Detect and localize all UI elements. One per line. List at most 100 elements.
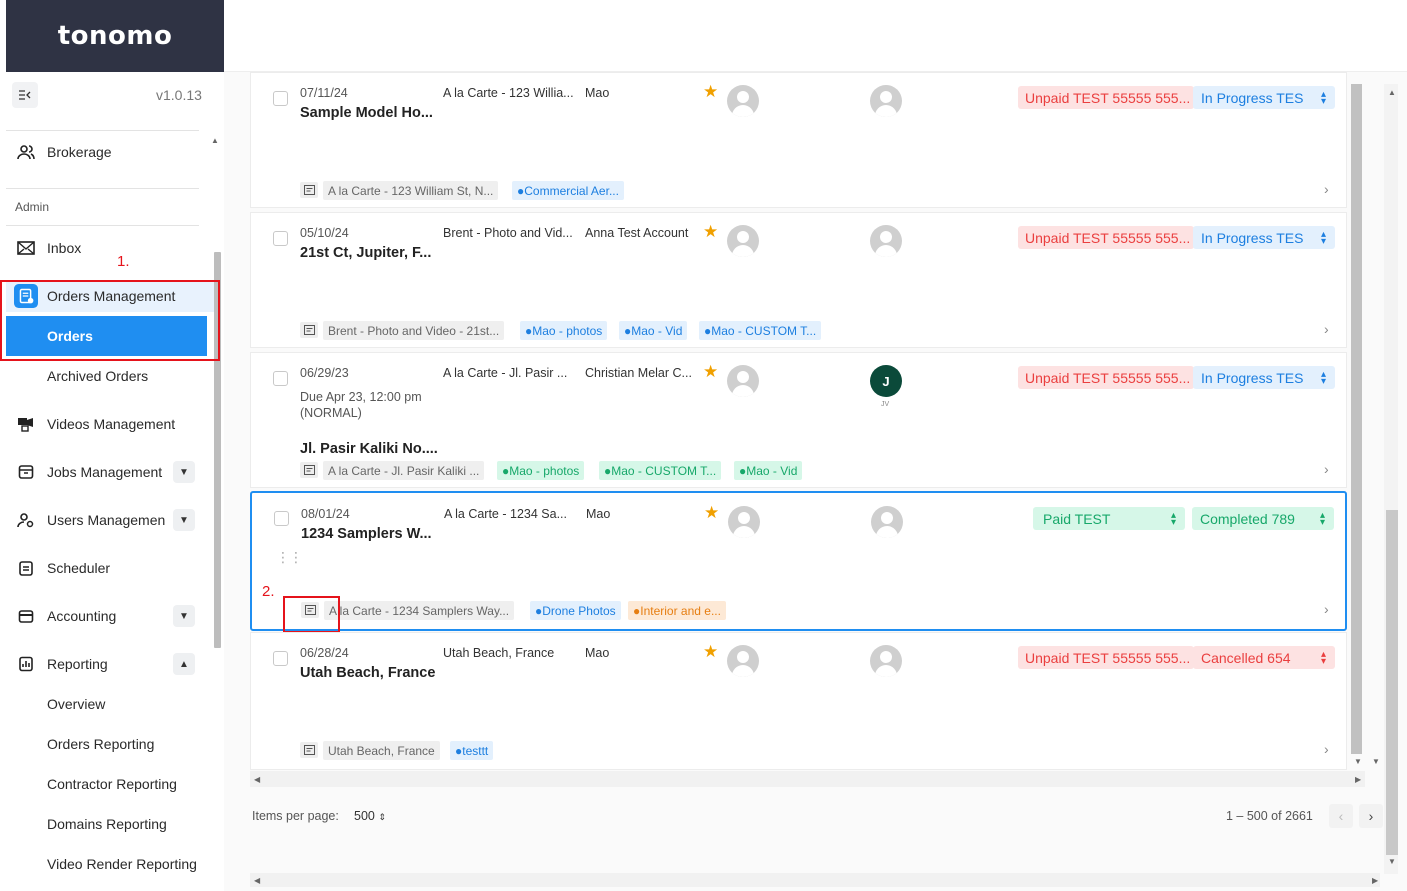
chevron-right-icon[interactable]: ›: [1324, 181, 1329, 197]
order-card[interactable]: 05/10/24 21st Ct, Jupiter, F... Brent - …: [250, 212, 1347, 348]
page-horizontal-scrollbar[interactable]: [250, 873, 1380, 887]
top-bar: [224, 0, 1407, 72]
divider: [6, 225, 199, 226]
note-icon[interactable]: [300, 462, 318, 478]
order-card-selected[interactable]: 08/01/24 1234 Samplers W... A la Carte -…: [250, 491, 1347, 631]
avatar-placeholder[interactable]: [870, 645, 902, 677]
sidebar-item-label: Accounting: [47, 608, 117, 624]
avatar-placeholder[interactable]: [870, 225, 902, 257]
row-checkbox[interactable]: [273, 371, 288, 386]
sidebar-item-reporting[interactable]: Reporting ▲: [6, 644, 206, 684]
annotation-box-1: [0, 280, 220, 361]
wallet-icon: [14, 608, 38, 624]
order-status-select[interactable]: Completed 789 ▴ ▾: [1192, 507, 1334, 530]
note-icon[interactable]: [300, 742, 318, 758]
mail-icon: [14, 241, 38, 255]
scroll-up-arrow-icon[interactable]: ▲: [1388, 88, 1396, 97]
order-client: Anna Test Account: [585, 226, 689, 240]
sidebar-item-label: Inbox: [47, 240, 82, 256]
list-horizontal-scrollbar[interactable]: [250, 771, 1365, 787]
page-range-label: 1 – 500 of 2661: [1226, 809, 1313, 823]
sidebar-item-orders-reporting[interactable]: Orders Reporting: [47, 736, 154, 752]
scroll-up-arrow-icon[interactable]: ▲: [211, 136, 219, 145]
star-icon[interactable]: ★: [703, 642, 718, 662]
sidebar-item-contractor-reporting[interactable]: Contractor Reporting: [47, 776, 177, 792]
row-checkbox[interactable]: [273, 651, 288, 666]
chevron-down-icon[interactable]: ▼: [173, 461, 195, 483]
scroll-right-arrow-icon[interactable]: ▶: [1372, 876, 1378, 885]
sidebar-item-domains-reporting[interactable]: Domains Reporting: [47, 816, 167, 832]
sidebar-item-videos-management[interactable]: Videos Management: [6, 404, 206, 444]
row-checkbox[interactable]: [273, 231, 288, 246]
sidebar-item-scheduler[interactable]: Scheduler: [6, 548, 206, 588]
row-checkbox[interactable]: [274, 511, 289, 526]
scroll-down-arrow-icon[interactable]: ▼: [1372, 757, 1380, 766]
payment-status[interactable]: Unpaid TEST 55555 555...: [1018, 366, 1194, 389]
star-icon[interactable]: ★: [703, 82, 718, 102]
collapse-sidebar-button[interactable]: [12, 82, 38, 108]
avatar-placeholder[interactable]: [871, 506, 903, 538]
order-status-select[interactable]: In Progress TES ▴ ▾: [1193, 86, 1335, 109]
sidebar-item-inbox[interactable]: Inbox: [6, 228, 206, 268]
avatar-placeholder[interactable]: [727, 645, 759, 677]
scroll-down-arrow-icon[interactable]: ▼: [1354, 757, 1362, 766]
star-icon[interactable]: ★: [703, 362, 718, 382]
order-status-select[interactable]: Cancelled 654 ▴ ▾: [1193, 646, 1335, 669]
chevron-right-icon[interactable]: ›: [1324, 741, 1329, 757]
sidebar-item-label: Jobs Management: [47, 464, 163, 480]
items-per-page-select[interactable]: 500 ⇕: [354, 809, 386, 823]
order-card[interactable]: 07/11/24 Sample Model Ho... A la Carte -…: [250, 72, 1347, 208]
assignee-avatar[interactable]: J: [870, 365, 902, 397]
order-status-select[interactable]: In Progress TES ▴ ▾: [1193, 366, 1335, 389]
paginator: Items per page: 500 ⇕ 1 – 500 of 2661 ‹ …: [250, 797, 1390, 837]
sidebar-item-jobs-management[interactable]: Jobs Management ▼: [6, 452, 206, 492]
order-card[interactable]: 06/28/24 Utah Beach, France Utah Beach, …: [250, 632, 1347, 770]
avatar-placeholder[interactable]: [727, 85, 759, 117]
logo: tonomo: [6, 0, 224, 72]
sidebar-item-video-render-reporting[interactable]: Video Render Reporting: [47, 856, 197, 872]
payment-status[interactable]: Unpaid TEST 55555 555...: [1018, 646, 1194, 669]
sidebar-item-accounting[interactable]: Accounting ▼: [6, 596, 206, 636]
avatar-placeholder[interactable]: [870, 85, 902, 117]
note-icon[interactable]: [300, 322, 318, 338]
sidebar-item-users-management[interactable]: Users Managemen ▼: [6, 500, 206, 540]
avatar-placeholder[interactable]: [727, 365, 759, 397]
sidebar-item-overview[interactable]: Overview: [47, 696, 105, 712]
order-card[interactable]: 06/29/23 Due Apr 23, 12:00 pm (NORMAL) J…: [250, 352, 1347, 488]
drag-handle-icon[interactable]: ⋮⋮: [276, 550, 303, 564]
payment-status-select[interactable]: Paid TEST ▴ ▾: [1033, 507, 1185, 530]
sidebar-item-archived-orders[interactable]: Archived Orders: [47, 368, 148, 384]
row-checkbox[interactable]: [273, 91, 288, 106]
scroll-left-arrow-icon[interactable]: ◀: [254, 876, 260, 885]
list-scrollbar[interactable]: [1351, 84, 1362, 754]
updown-icon: ▴ ▾: [1319, 509, 1325, 528]
payment-status[interactable]: Unpaid TEST 55555 555...: [1018, 86, 1194, 109]
order-note-tag: A la Carte - 1234 Samplers Way...: [324, 601, 515, 620]
star-icon[interactable]: ★: [703, 222, 718, 242]
chevron-right-icon[interactable]: ›: [1324, 461, 1329, 477]
chevron-up-icon[interactable]: ▲: [173, 653, 195, 675]
avatar-placeholder[interactable]: [727, 225, 759, 257]
payment-status[interactable]: Unpaid TEST 55555 555...: [1018, 226, 1194, 249]
order-tag: ● Mao - Vid: [619, 321, 688, 340]
items-per-page-label: Items per page:: [252, 809, 339, 823]
chevron-right-icon[interactable]: ›: [1324, 601, 1329, 617]
avatar-placeholder[interactable]: [728, 506, 760, 538]
order-client: Christian Melar C...: [585, 366, 692, 380]
order-status-select[interactable]: In Progress TES ▴ ▾: [1193, 226, 1335, 249]
scroll-left-arrow-icon[interactable]: ◀: [254, 775, 260, 784]
order-note-tag: Brent - Photo and Video - 21st...: [323, 321, 505, 340]
sidebar-item-brokerage[interactable]: Brokerage: [6, 132, 206, 172]
next-page-button[interactable]: ›: [1359, 804, 1383, 828]
order-tag: ● Mao - CUSTOM T...: [599, 461, 722, 480]
scroll-down-arrow-icon[interactable]: ▼: [1388, 857, 1396, 866]
chevron-down-icon[interactable]: ▼: [173, 605, 195, 627]
note-icon[interactable]: [300, 182, 318, 198]
users-icon: [14, 144, 38, 160]
chevron-down-icon[interactable]: ▼: [173, 509, 195, 531]
user-settings-icon: [14, 512, 38, 528]
scroll-right-arrow-icon[interactable]: ▶: [1355, 775, 1361, 784]
previous-page-button[interactable]: ‹: [1329, 804, 1353, 828]
star-icon[interactable]: ★: [704, 503, 719, 523]
chevron-right-icon[interactable]: ›: [1324, 321, 1329, 337]
